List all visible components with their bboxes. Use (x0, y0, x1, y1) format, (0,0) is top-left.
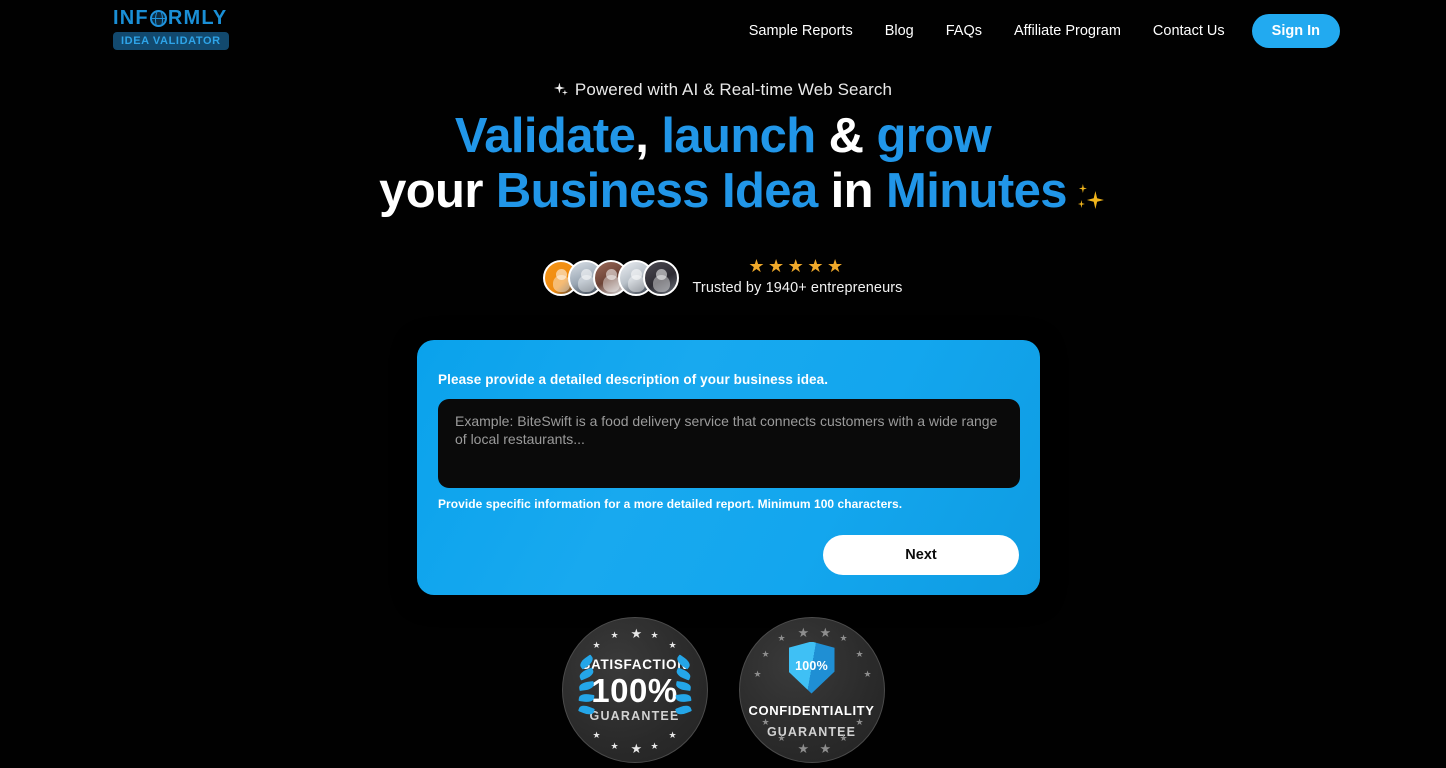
headline-word-your: your (379, 164, 496, 218)
headline-word-launch: launch (661, 109, 816, 163)
headline-ampersand: & (815, 109, 877, 163)
badge-subtitle: GUARANTEE (766, 724, 857, 739)
nav-item-affiliate-program[interactable]: Affiliate Program (998, 15, 1137, 47)
hero-headline: Validate, launch & grow your Business Id… (0, 109, 1446, 219)
site-header: INF RMLY IDEA VALIDATOR Sample Reports B… (0, 0, 1446, 60)
nav-item-contact-us[interactable]: Contact Us (1137, 15, 1241, 47)
main-navigation: Sample Reports Blog FAQs Affiliate Progr… (733, 14, 1340, 48)
social-proof: ★★★★★ Trusted by 1940+ entrepreneurs (0, 255, 1446, 296)
nav-item-sample-reports[interactable]: Sample Reports (733, 15, 869, 47)
hero-section: Powered with AI & Real-time Web Search V… (0, 78, 1446, 219)
logo-text-post: RMLY (167, 7, 228, 29)
confidentiality-guarantee-badge: ★ ★ ★ ★ ★ ★ ★ ★ ★ ★ ★ ★ ★ ★ 100% CONFIDE… (738, 617, 885, 763)
nav-item-blog[interactable]: Blog (869, 15, 930, 47)
idea-input-label: Please provide a detailed description of… (438, 372, 829, 387)
idea-input-help-text: Provide specific information for a more … (438, 497, 903, 511)
headline-word-in: in (817, 164, 886, 218)
headline-word-validate: Validate (454, 109, 636, 163)
logo-badge-idea-validator: IDEA VALIDATOR (113, 32, 229, 50)
shield-percent: 100% (795, 658, 828, 673)
logo[interactable]: INF RMLY IDEA VALIDATOR (113, 7, 235, 50)
avatar (643, 260, 680, 296)
logo-text-pre: INF (113, 7, 149, 29)
next-button[interactable]: Next (823, 535, 1019, 575)
nav-item-faqs[interactable]: FAQs (930, 15, 998, 47)
badge-subtitle: GUARANTEE (589, 709, 680, 723)
satisfaction-guarantee-badge: ★ ★ ★ ★ ★ ★ ★ ★ ★ ★ SATISFACTION 100% GU… (561, 617, 708, 763)
trust-badges: ★ ★ ★ ★ ★ ★ ★ ★ ★ ★ SATISFACTION 100% GU… (0, 617, 1446, 763)
headline-comma: , (635, 109, 662, 163)
laurel-wreath-icon (577, 654, 599, 722)
rating-block: ★★★★★ Trusted by 1940+ entrepreneurs (692, 255, 902, 296)
hero-eyebrow-text: Powered with AI & Real-time Web Search (574, 80, 893, 99)
idea-input-card: Please provide a detailed description of… (417, 340, 1040, 595)
social-proof-inner: ★★★★★ Trusted by 1940+ entrepreneurs (543, 255, 902, 296)
hero-headline-line-2: your Business Idea in Minutes (379, 164, 1104, 219)
sparkle-gold-icon (1077, 184, 1105, 212)
headline-word-business-idea: Business Idea (495, 164, 818, 218)
hero-eyebrow: Powered with AI & Real-time Web Search (0, 78, 1446, 102)
business-idea-textarea[interactable] (438, 399, 1020, 488)
headline-word-grow: grow (876, 109, 992, 163)
landing-page: INF RMLY IDEA VALIDATOR Sample Reports B… (0, 0, 1446, 768)
shield-icon: 100% (788, 641, 835, 694)
sparkle-icon (553, 82, 568, 98)
sign-in-button[interactable]: Sign In (1251, 14, 1340, 48)
globe-icon (149, 9, 167, 27)
badge-percent: 100% (591, 672, 678, 709)
badge-title: CONFIDENTIALITY (748, 702, 875, 718)
laurel-wreath-icon (671, 654, 693, 722)
hero-headline-line-1: Validate, launch & grow (0, 109, 1446, 164)
star-rating-icon: ★★★★★ (748, 256, 847, 276)
avatar-group (543, 260, 680, 296)
trusted-by-text: Trusted by 1940+ entrepreneurs (692, 280, 903, 296)
logo-wordmark: INF RMLY (113, 7, 235, 29)
headline-word-minutes: Minutes (885, 164, 1068, 218)
